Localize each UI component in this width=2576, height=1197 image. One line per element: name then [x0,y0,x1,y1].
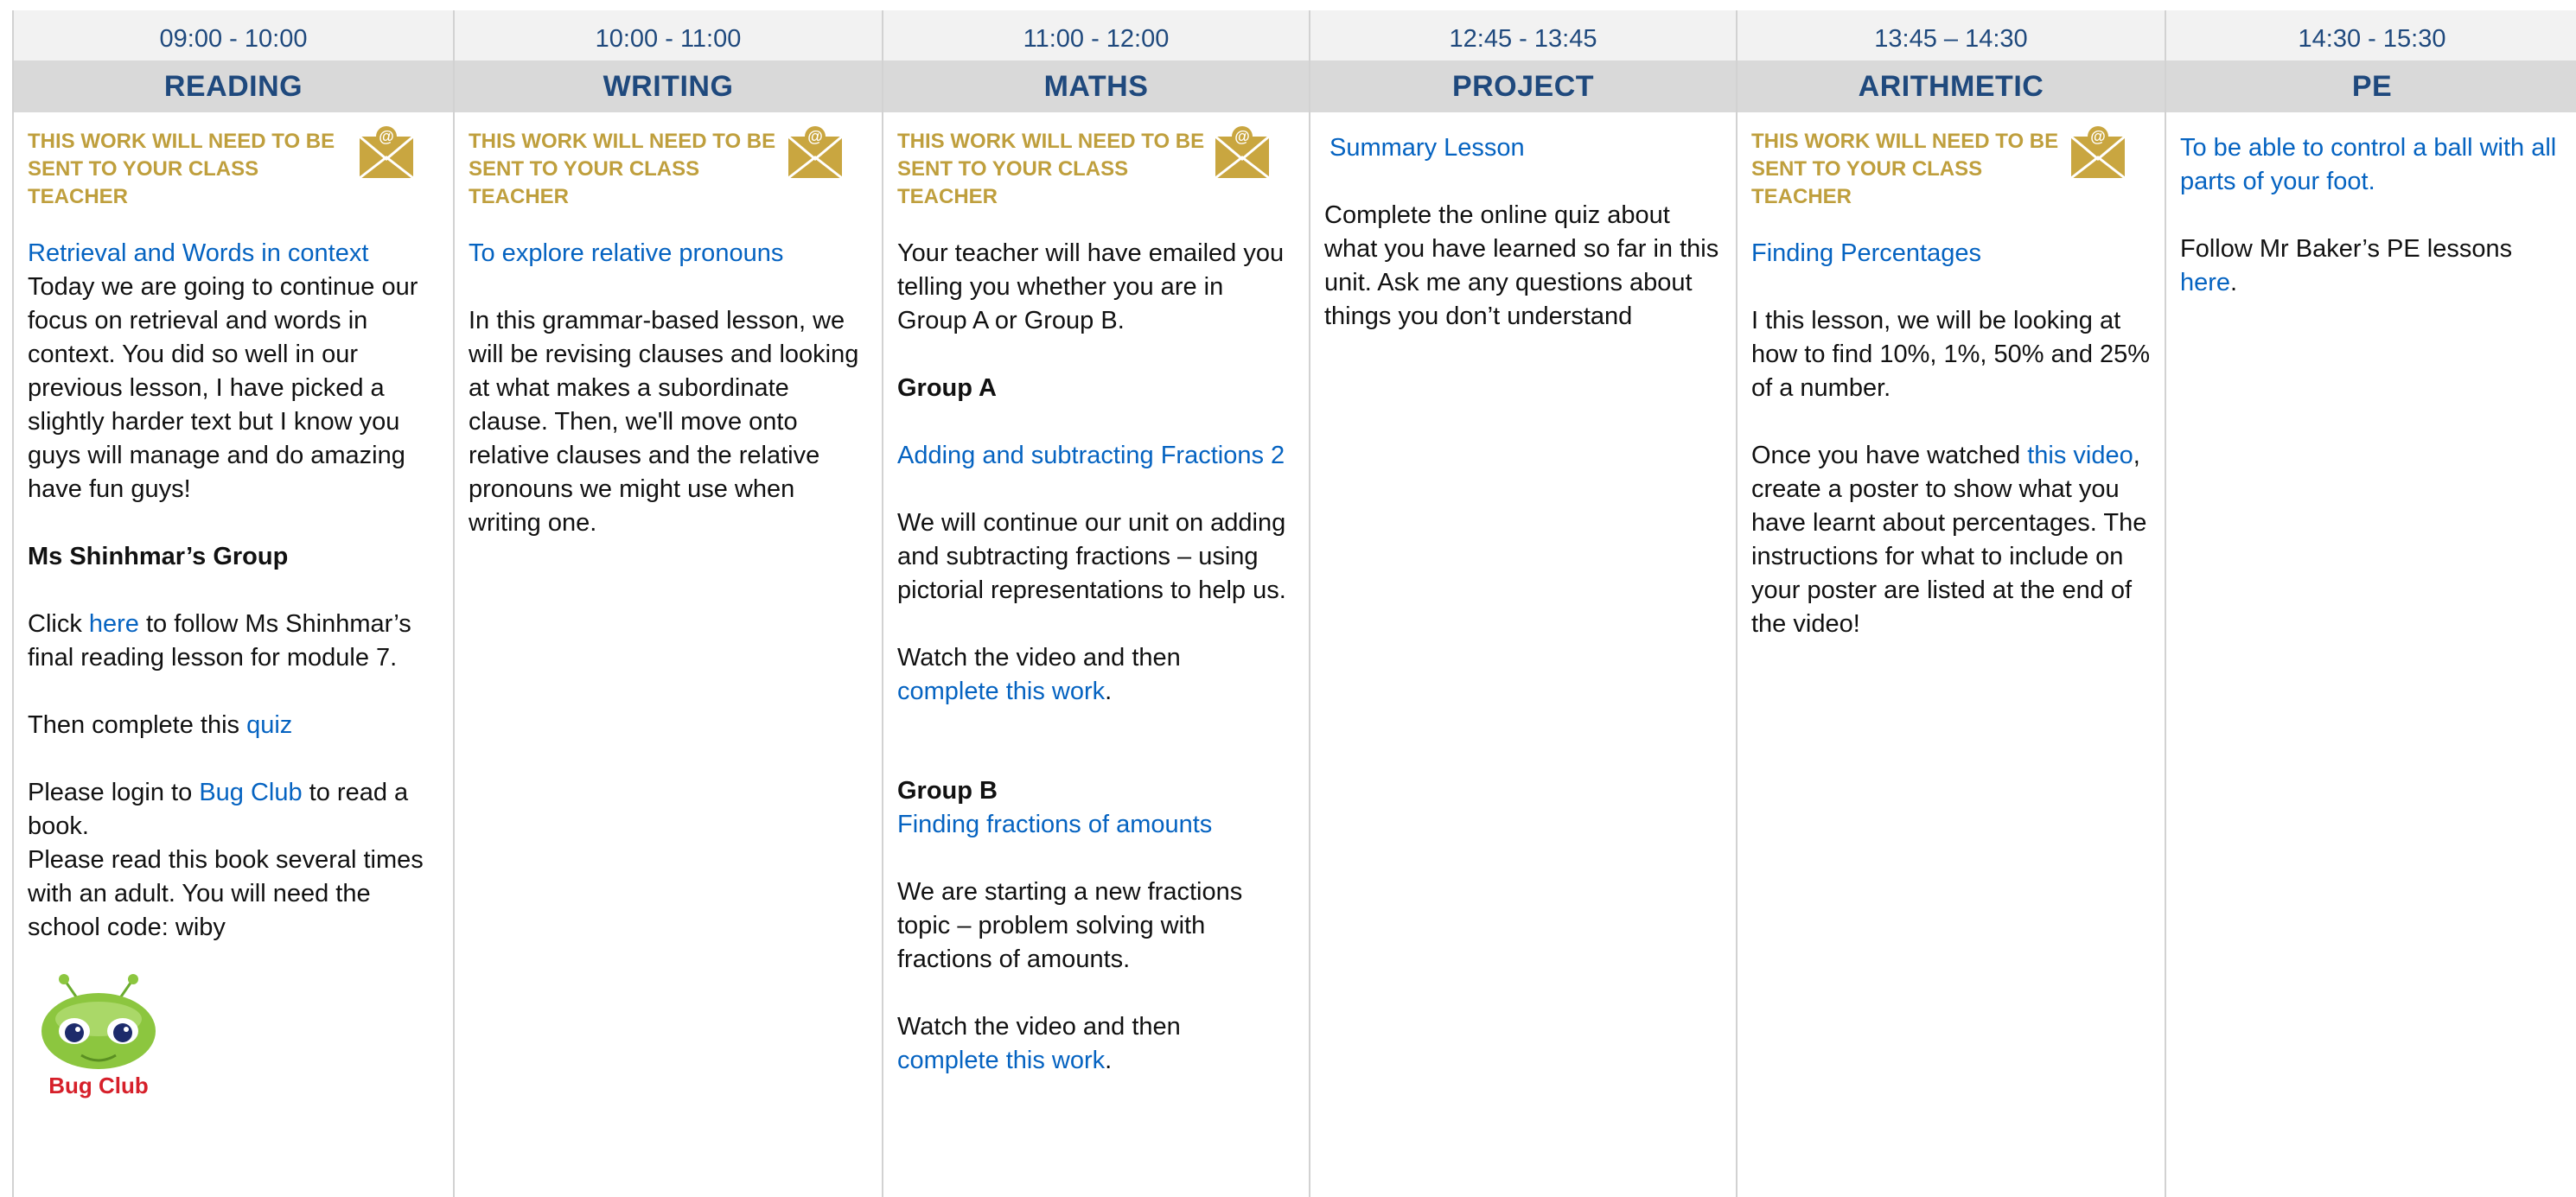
column-project: 12:45 - 13:45 PROJECT Summary Lesson Com… [1310,10,1738,1197]
quiz-instruction: Then complete this quiz [28,711,293,739]
time-slot: 10:00 - 11:00 [455,10,882,60]
reading-instruction: Please read this book several times with… [28,846,424,941]
svg-text:@: @ [807,128,823,145]
complete-work-link[interactable]: complete this work [897,1047,1105,1074]
svg-text:Bug Club: Bug Club [48,1073,149,1098]
group-b-heading: Group B [897,777,998,805]
time-slot: 11:00 - 12:00 [883,10,1309,60]
send-to-teacher-notice: THIS WORK WILL NEED TO BE SENT TO YOUR C… [28,126,441,211]
quiz-link[interactable]: quiz [246,711,292,739]
lesson-description: Complete the online quiz about what you … [1324,201,1719,330]
email-envelope-icon: @ [2070,126,2126,180]
group-b-instruction: Watch the video and then complete this w… [897,1013,1181,1074]
column-arithmetic: 13:45 – 14:30 ARITHMETIC THIS WORK WILL … [1738,10,2166,1197]
notice-text: THIS WORK WILL NEED TO BE SENT TO YOUR C… [1751,130,2059,208]
subject-heading: WRITING [455,60,882,112]
here-link[interactable]: here [89,610,139,638]
column-reading: 09:00 - 10:00 READING THIS WORK WILL NEE… [14,10,455,1197]
bug-club-logo: Bug Club [41,974,156,1098]
follow-instruction: Follow Mr Baker’s PE lessons here. [2180,235,2513,296]
column-writing: 10:00 - 11:00 WRITING THIS WORK WILL NEE… [455,10,883,1197]
time-slot: 14:30 - 15:30 [2166,10,2576,60]
email-envelope-icon: @ [359,126,414,180]
subject-heading: READING [14,60,453,112]
subject-heading: PE [2166,60,2576,112]
lesson-title[interactable]: To be able to control a ball with all pa… [2180,131,2573,199]
group-a-instruction: Watch the video and then complete this w… [897,644,1181,705]
svg-text:@: @ [1234,128,1250,145]
lesson-title[interactable]: Finding Percentages [1751,237,2152,271]
group-heading: Ms Shinhmar’s Group [28,543,289,570]
group-intro: Your teacher will have emailed you telli… [897,239,1285,334]
svg-text:@: @ [379,128,394,145]
email-envelope-icon: @ [1215,126,1270,180]
timetable: 09:00 - 10:00 READING THIS WORK WILL NEE… [12,10,2576,1197]
this-video-link[interactable]: this video [2027,442,2133,469]
here-link[interactable]: here [2180,269,2230,296]
notice-text: THIS WORK WILL NEED TO BE SENT TO YOUR C… [28,130,335,208]
email-envelope-icon: @ [787,126,843,180]
group-b-lesson-title[interactable]: Finding fractions of amounts [897,808,1297,842]
video-instruction: Once you have watched this video, create… [1751,442,2147,638]
lesson-title[interactable]: To explore relative pronouns [469,237,870,271]
send-to-teacher-notice: THIS WORK WILL NEED TO BE SENT TO YOUR C… [897,126,1297,211]
subject-heading: MATHS [883,60,1309,112]
lesson-title[interactable]: Retrieval and Words in context [28,237,441,271]
group-a-description: We will continue our unit on adding and … [897,509,1286,604]
time-slot: 12:45 - 13:45 [1310,10,1736,60]
lesson-description: In this grammar-based lesson, we will be… [469,307,859,537]
lesson-description: I this lesson, we will be looking at how… [1751,307,2151,402]
column-pe: 14:30 - 15:30 PE To be able to control a… [2166,10,2576,1197]
subject-heading: PROJECT [1310,60,1736,112]
lesson-intro: Today we are going to continue our focus… [28,273,418,503]
send-to-teacher-notice: THIS WORK WILL NEED TO BE SENT TO YOUR C… [1751,126,2152,211]
notice-text: THIS WORK WILL NEED TO BE SENT TO YOUR C… [897,130,1205,208]
lesson-title[interactable]: Summary Lesson [1329,131,1724,165]
svg-text:@: @ [2090,128,2106,145]
group-b-description: We are starting a new fractions topic – … [897,878,1243,973]
bug-club-instruction: Please login to Bug Club to read a book. [28,779,409,840]
column-maths: 11:00 - 12:00 MATHS THIS WORK WILL NEED … [883,10,1310,1197]
subject-heading: ARITHMETIC [1738,60,2165,112]
bug-club-link[interactable]: Bug Club [199,779,302,806]
group-a-heading: Group A [897,374,997,402]
complete-work-link[interactable]: complete this work [897,678,1105,705]
time-slot: 13:45 – 14:30 [1738,10,2165,60]
send-to-teacher-notice: THIS WORK WILL NEED TO BE SENT TO YOUR C… [469,126,870,211]
group-a-lesson-title[interactable]: Adding and subtracting Fractions 2 [897,439,1297,473]
notice-text: THIS WORK WILL NEED TO BE SENT TO YOUR C… [469,130,776,208]
click-instruction: Click here to follow Ms Shinhmar’s final… [28,610,411,672]
time-slot: 09:00 - 10:00 [14,10,453,60]
